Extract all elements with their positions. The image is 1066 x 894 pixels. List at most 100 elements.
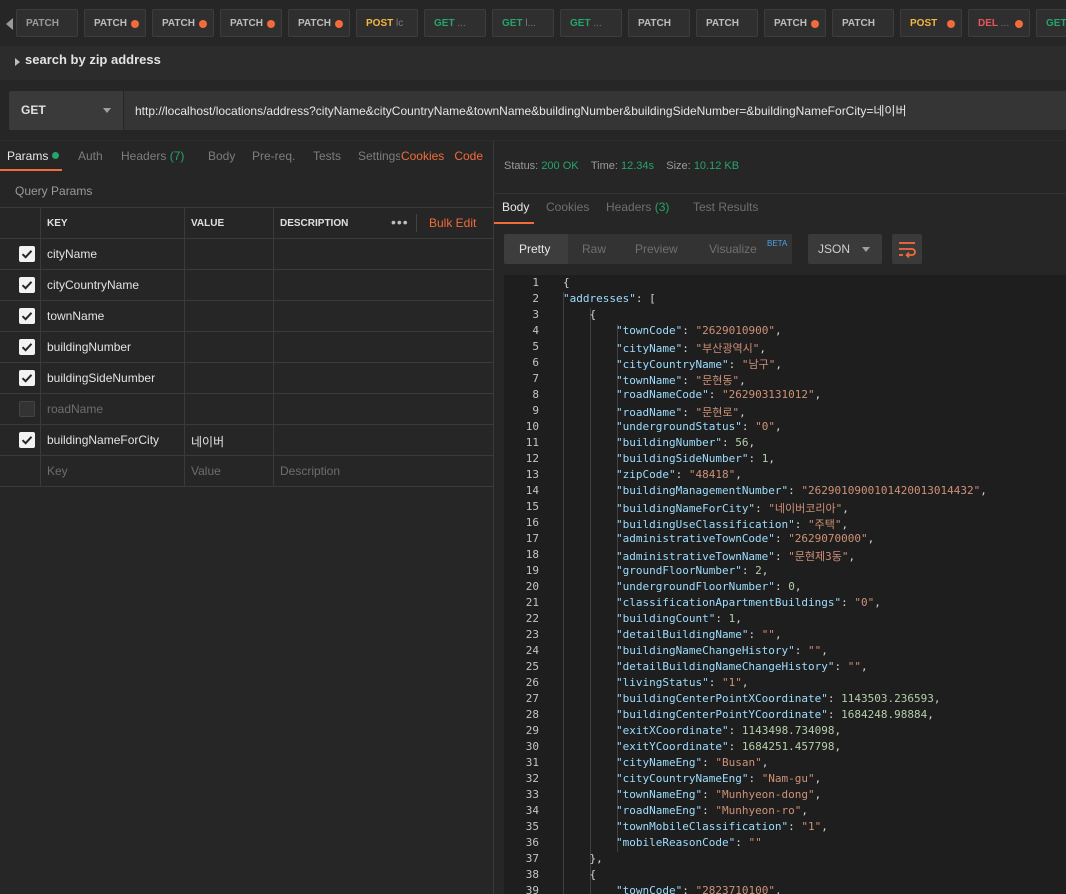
param-value: 네이버	[191, 435, 225, 449]
code-link[interactable]: Code	[454, 149, 483, 163]
request-tab[interactable]: GET	[1036, 9, 1066, 37]
param-description-cell[interactable]	[274, 301, 493, 331]
view-raw[interactable]: Raw	[582, 242, 606, 256]
tab-response-cookies[interactable]: Cookies	[546, 200, 589, 214]
tab-response-headers-label: Headers	[606, 200, 652, 214]
tab-prereq[interactable]: Pre-req.	[252, 149, 295, 163]
tab-headers[interactable]: Headers (7)	[121, 149, 184, 163]
tab-name: ...	[454, 18, 466, 29]
tab-params[interactable]: Params	[7, 149, 60, 163]
tab-method: GET	[1046, 18, 1066, 29]
param-key: cityName	[47, 247, 98, 261]
unsaved-dot-icon	[811, 20, 819, 28]
param-value-cell[interactable]	[185, 332, 274, 362]
param-value-cell[interactable]	[185, 270, 274, 300]
param-key-cell[interactable]: roadName	[41, 394, 185, 424]
tab-params-label: Params	[7, 149, 49, 163]
param-checkbox[interactable]	[19, 246, 35, 262]
request-tab[interactable]: PATCH	[764, 9, 826, 37]
param-description-cell[interactable]	[274, 332, 493, 362]
view-preview[interactable]: Preview	[635, 242, 678, 256]
param-key-cell[interactable]: buildingNameForCity	[41, 425, 185, 455]
request-tab[interactable]: POST	[900, 9, 962, 37]
request-tab-bar: PATCH PATCH PATCH PATCH PATCH POST lc GET ... G…	[0, 0, 1066, 46]
param-key-cell[interactable]: cityCountryName	[41, 270, 185, 300]
param-checkbox[interactable]	[19, 432, 35, 448]
new-value-cell[interactable]: Value	[185, 456, 274, 486]
view-mode-bar: Pretty Raw Preview Visualize BETA	[504, 234, 792, 264]
view-pretty[interactable]: Pretty	[519, 242, 550, 256]
request-tab[interactable]: PATCH	[288, 9, 350, 37]
param-value-cell[interactable]	[185, 301, 274, 331]
param-key-cell[interactable]: buildingSideNumber	[41, 363, 185, 393]
param-checkbox[interactable]	[19, 308, 35, 324]
url-input[interactable]: http://localhost/locations/address?cityN…	[124, 91, 1066, 130]
bulk-edit-button[interactable]: Bulk Edit	[429, 216, 476, 230]
method-select[interactable]: GET	[9, 91, 123, 130]
param-description-cell[interactable]	[274, 239, 493, 269]
param-key-cell[interactable]: townName	[41, 301, 185, 331]
tab-auth[interactable]: Auth	[78, 149, 103, 163]
more-options-icon[interactable]: •••	[391, 214, 409, 230]
unsaved-dot-icon	[335, 20, 343, 28]
response-body-code[interactable]: 1{2 "addresses": [3 {4 "townCode": "26290…	[504, 275, 1066, 894]
view-visualize[interactable]: Visualize BETA	[709, 239, 787, 256]
status-label: Status:	[504, 160, 539, 172]
new-key-cell[interactable]: Key	[41, 456, 185, 486]
code-line: 23 "detailBuildingName": "",	[504, 628, 1066, 644]
param-checkbox[interactable]	[19, 339, 35, 355]
tab-tests[interactable]: Tests	[313, 149, 341, 163]
request-tab[interactable]: GET l...	[492, 9, 554, 37]
request-tab[interactable]: PATCH	[84, 9, 146, 37]
param-description-cell[interactable]	[274, 394, 493, 424]
param-description-cell[interactable]	[274, 363, 493, 393]
tab-test-results[interactable]: Test Results	[693, 200, 758, 214]
param-description-cell[interactable]	[274, 270, 493, 300]
new-description-cell[interactable]: Description	[274, 456, 493, 486]
params-rows: cityName cityCountryName townName buildingN…	[0, 239, 493, 456]
request-tab[interactable]: POST lc	[356, 9, 418, 37]
chevron-down-icon	[862, 247, 870, 252]
request-title-row: search by zip address	[0, 46, 1066, 80]
request-tab[interactable]: PATCH	[220, 9, 282, 37]
param-description-cell[interactable]	[274, 425, 493, 455]
header-value: VALUE	[191, 218, 225, 229]
param-check-cell	[0, 332, 41, 362]
line-number: 29	[525, 724, 539, 737]
header-description: DESCRIPTION	[280, 218, 349, 229]
request-tab[interactable]: PATCH	[16, 9, 78, 37]
request-tab[interactable]: PATCH	[696, 9, 758, 37]
param-value-cell[interactable]	[185, 239, 274, 269]
scroll-tabs-left-icon[interactable]	[6, 18, 13, 30]
request-title[interactable]: search by zip address	[25, 52, 161, 67]
request-tab[interactable]: DEL ...	[968, 9, 1030, 37]
param-key-cell[interactable]: buildingNumber	[41, 332, 185, 362]
code-text: "buildingManagementNumber": "26290109001…	[615, 484, 987, 497]
cookies-link[interactable]: Cookies	[401, 149, 444, 163]
status-value: 200 OK	[541, 160, 579, 172]
param-value-cell[interactable]	[185, 394, 274, 424]
line-number: 13	[525, 468, 539, 481]
param-row: buildingNameForCity 네이버	[0, 425, 493, 456]
request-tab[interactable]: PATCH	[152, 9, 214, 37]
param-key: buildingNumber	[47, 340, 132, 354]
param-value-cell[interactable]	[185, 363, 274, 393]
param-checkbox[interactable]	[19, 277, 35, 293]
request-tab[interactable]: GET ...	[560, 9, 622, 37]
tab-response-headers[interactable]: Headers (3)	[606, 200, 669, 214]
line-number: 28	[525, 708, 539, 721]
tab-settings[interactable]: Settings	[358, 149, 400, 163]
tab-body[interactable]: Body	[208, 149, 235, 163]
request-tab[interactable]: PATCH	[832, 9, 894, 37]
param-key-cell[interactable]: cityName	[41, 239, 185, 269]
request-tab[interactable]: GET ...	[424, 9, 486, 37]
wrap-lines-button[interactable]	[892, 234, 922, 264]
request-tab[interactable]: PATCH	[628, 9, 690, 37]
param-checkbox[interactable]	[19, 401, 35, 417]
format-select[interactable]: JSON	[808, 234, 882, 264]
collapse-caret-icon[interactable]	[15, 58, 20, 66]
param-checkbox[interactable]	[19, 370, 35, 386]
response-tabs: Body Cookies Headers (3) Test Results	[494, 193, 1066, 224]
param-value-cell[interactable]: 네이버	[185, 425, 274, 455]
tab-response-body[interactable]: Body	[502, 200, 529, 214]
